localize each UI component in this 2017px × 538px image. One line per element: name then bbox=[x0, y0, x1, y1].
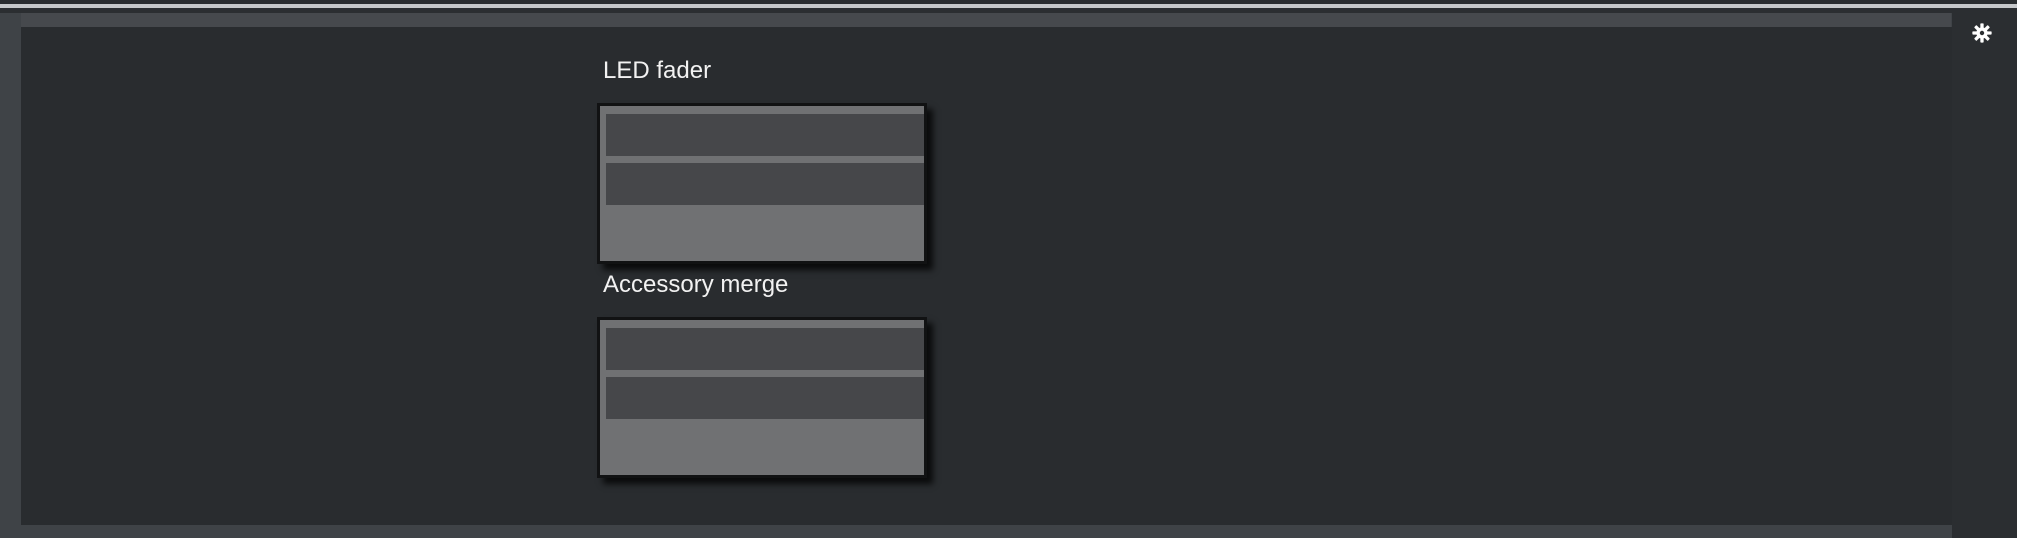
settings-button[interactable] bbox=[1967, 20, 1997, 50]
accessory-merge-row-1[interactable] bbox=[606, 328, 924, 370]
accessory-merge-row-2[interactable] bbox=[606, 377, 924, 419]
accessory-merge-widget[interactable] bbox=[597, 317, 927, 478]
main-panel: LED fader Accessory merge bbox=[21, 27, 1952, 525]
led-fader-row-1[interactable] bbox=[606, 114, 924, 156]
led-fader-title: LED fader bbox=[603, 57, 712, 84]
led-fader-widget[interactable] bbox=[597, 103, 927, 264]
window-bottom-border bbox=[0, 525, 1952, 538]
led-fader-row-2[interactable] bbox=[606, 163, 924, 205]
panel-header-strip bbox=[21, 13, 1951, 27]
right-rail bbox=[1952, 13, 2017, 538]
accessory-merge-title: Accessory merge bbox=[603, 271, 789, 298]
gear-icon bbox=[1971, 22, 1993, 49]
